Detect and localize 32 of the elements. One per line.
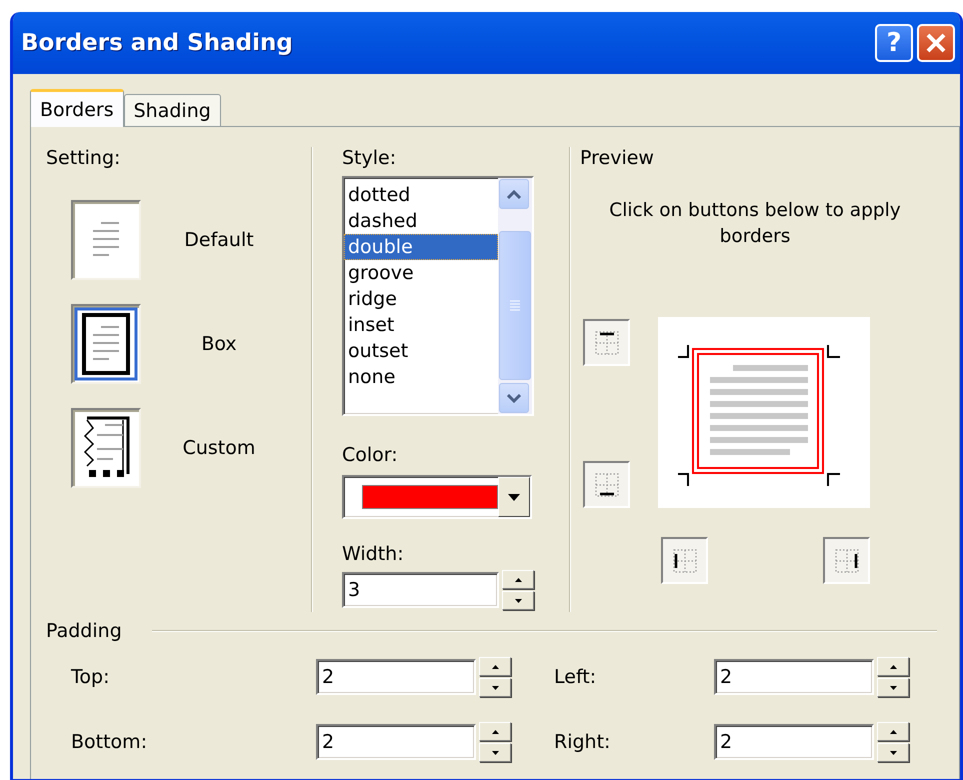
style-list-item[interactable]: none	[344, 364, 498, 390]
number-field[interactable]: 2	[316, 659, 476, 695]
number-field[interactable]: 2	[316, 724, 476, 760]
setting-option-label: Box	[200, 333, 238, 355]
number-field[interactable]: 2	[714, 724, 874, 760]
color-label: Color:	[342, 444, 399, 467]
setting-option-label: Default	[183, 229, 255, 251]
padding-field-label: Top:	[70, 666, 110, 688]
number-field[interactable]: 3	[342, 572, 499, 608]
window-title: Borders and Shading	[21, 30, 294, 56]
style-list-item[interactable]: dotted	[344, 182, 498, 208]
style-label: Style:	[342, 147, 398, 170]
style-list[interactable]: dotted dashed double groove ridge inset outset none	[342, 176, 534, 416]
preview-hint: Click on buttons below to apply borders	[608, 199, 902, 249]
style-list-item[interactable]: inset	[344, 312, 498, 338]
padding-label: Padding	[46, 620, 122, 642]
padding-field-label: Right:	[554, 731, 612, 753]
number-field[interactable]: 2	[714, 659, 874, 695]
help-button[interactable]: ?	[875, 24, 913, 62]
setting-label: Setting:	[46, 147, 122, 170]
setting-option-label: Custom	[182, 437, 256, 459]
style-list-item[interactable]: outset	[344, 338, 498, 364]
style-list-item[interactable]: ridge	[344, 286, 498, 312]
padding-field-label: Bottom:	[70, 731, 148, 753]
tab[interactable]: Borders	[30, 89, 124, 127]
tab[interactable]: Shading	[124, 94, 221, 126]
padding-field-label: Left:	[554, 666, 598, 688]
style-list-item[interactable]: double	[344, 234, 498, 260]
style-list-item[interactable]: groove	[344, 260, 498, 286]
style-list-item[interactable]: dashed	[344, 208, 498, 234]
width-label: Width:	[342, 543, 405, 566]
preview-label: Preview	[580, 147, 655, 170]
